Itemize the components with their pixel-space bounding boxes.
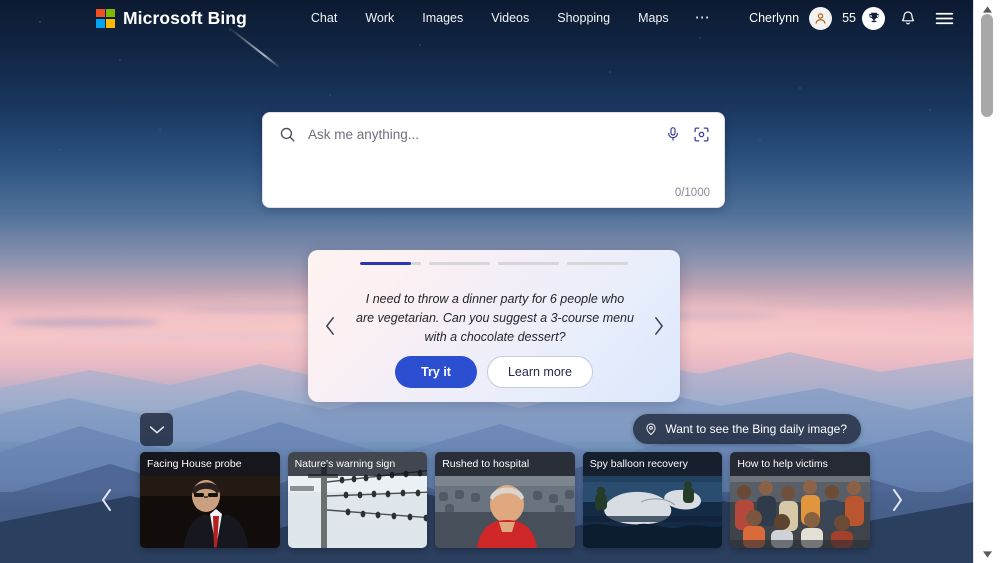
- news-next-button[interactable]: [880, 478, 914, 522]
- top-navigation-bar: Microsoft Bing Chat Work Images Videos S…: [0, 0, 973, 36]
- nav-item-maps[interactable]: Maps: [624, 7, 683, 29]
- progress-segment[interactable]: [429, 262, 490, 265]
- suggestion-carousel-card: I need to throw a dinner party for 6 peo…: [308, 250, 680, 402]
- news-card[interactable]: Spy balloon recovery: [582, 452, 723, 548]
- nav-more-icon[interactable]: ⋯: [683, 10, 723, 25]
- scrollbar-thumb[interactable]: [981, 14, 993, 117]
- user-avatar-icon[interactable]: [809, 6, 833, 30]
- news-prev-button[interactable]: [90, 478, 124, 522]
- nav-item-videos[interactable]: Videos: [477, 7, 543, 29]
- bing-brand[interactable]: Microsoft Bing: [96, 8, 247, 29]
- hamburger-menu-icon[interactable]: [931, 5, 957, 31]
- chevron-down-icon: [149, 424, 165, 435]
- primary-nav: Chat Work Images Videos Shopping Maps ⋯: [297, 7, 723, 29]
- vertical-scrollbar[interactable]: [973, 0, 1000, 563]
- user-name: Cherlynn: [749, 11, 800, 25]
- bell-icon[interactable]: [895, 5, 921, 31]
- search-box[interactable]: 0/1000: [262, 112, 725, 208]
- progress-segment[interactable]: [498, 262, 559, 265]
- microphone-icon[interactable]: [665, 126, 681, 142]
- rewards-trophy-icon: [862, 6, 885, 30]
- nav-item-chat[interactable]: Chat: [297, 7, 351, 29]
- character-counter: 0/1000: [674, 187, 710, 199]
- news-card-title: Nature's warning sign: [287, 452, 428, 476]
- brand-name: Microsoft Bing: [123, 7, 247, 28]
- news-card[interactable]: Nature's warning sign: [287, 452, 428, 548]
- search-actions: [665, 126, 710, 143]
- microsoft-logo-icon: [96, 8, 115, 28]
- try-it-button[interactable]: Try it: [395, 356, 477, 388]
- search-icon: [279, 126, 296, 143]
- page-viewport: Microsoft Bing Chat Work Images Videos S…: [0, 0, 973, 563]
- news-card-title: How to help victims: [730, 452, 870, 476]
- collapse-feed-button[interactable]: [140, 413, 173, 446]
- progress-segment[interactable]: [567, 262, 628, 265]
- nav-item-work[interactable]: Work: [351, 7, 408, 29]
- cloud-streak: [760, 300, 950, 306]
- suggestion-prompt-text: I need to throw a dinner party for 6 peo…: [356, 292, 634, 344]
- visual-search-camera-icon[interactable]: [693, 126, 710, 143]
- bing-daily-image-button[interactable]: Want to see the Bing daily image?: [633, 414, 861, 444]
- progress-segment[interactable]: [360, 262, 421, 265]
- header-actions: Cherlynn 55: [749, 5, 973, 31]
- news-card-title: Facing House probe: [140, 452, 280, 476]
- news-card-title: Rushed to hospital: [435, 452, 575, 476]
- news-carousel: Facing House probe Nature's warning sign…: [140, 452, 870, 548]
- scroll-down-arrow-icon[interactable]: [974, 547, 1000, 561]
- rewards-widget[interactable]: 55: [842, 6, 885, 30]
- news-card[interactable]: Facing House probe: [140, 452, 280, 548]
- news-card[interactable]: Rushed to hospital: [435, 452, 575, 548]
- carousel-progress: [360, 262, 628, 265]
- suggestion-actions: Try it Learn more: [308, 356, 680, 388]
- news-card[interactable]: How to help victims: [730, 452, 870, 548]
- nav-item-shopping[interactable]: Shopping: [543, 7, 624, 29]
- cloud-streak: [10, 318, 160, 327]
- news-card-title: Spy balloon recovery: [582, 452, 723, 476]
- location-pin-icon: [644, 422, 658, 436]
- learn-more-button[interactable]: Learn more: [486, 356, 593, 388]
- rewards-count: 55: [842, 11, 856, 25]
- bing-daily-image-label: Want to see the Bing daily image?: [665, 422, 847, 436]
- search-input[interactable]: [308, 126, 665, 142]
- nav-item-images[interactable]: Images: [408, 7, 477, 29]
- search-row: [263, 113, 724, 155]
